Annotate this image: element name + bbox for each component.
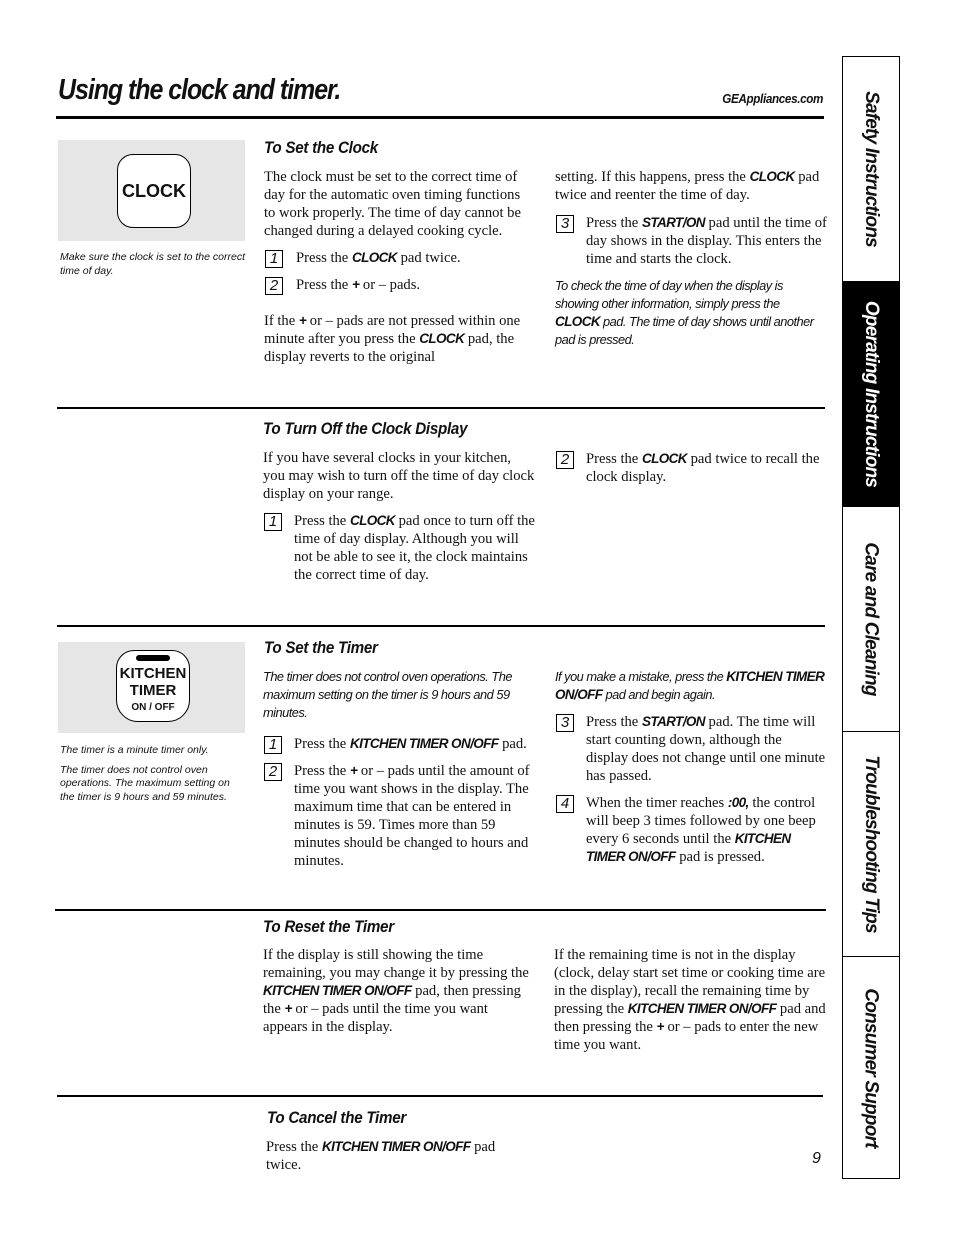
step-number-box: 2 xyxy=(264,763,282,781)
set-clock-intro: The clock must be set to the correct tim… xyxy=(264,169,521,239)
cancel-timer-body: Press the KITCHEN TIMER ON/OFF pad twice… xyxy=(266,1139,496,1173)
clock-caption: Make sure the clock is set to the correc… xyxy=(60,251,245,277)
set-timer-step-3: 3 Press the START/ON pad. The time will … xyxy=(555,713,827,785)
set-clock-col2: setting. If this happens, press the CLOC… xyxy=(555,168,827,349)
set-timer-col1: The timer does not control oven operatio… xyxy=(263,668,535,870)
tab-consumer-support[interactable]: Consumer Support xyxy=(843,957,899,1178)
set-clock-note: To check the time of day when the displa… xyxy=(555,278,814,347)
section-divider xyxy=(57,625,825,627)
set-clock-step-3: 3 Press the START/ON pad until the time … xyxy=(555,214,827,268)
reset-timer-col1: If the display is still showing the time… xyxy=(263,947,529,1035)
turn-off-display-heading: To Turn Off the Clock Display xyxy=(263,420,468,438)
reset-timer-heading: To Reset the Timer xyxy=(263,918,394,936)
section-divider xyxy=(57,407,825,409)
step-number-box: 1 xyxy=(264,736,282,754)
tab-safety-instructions[interactable]: Safety Instructions xyxy=(843,57,899,282)
turn-off-intro: If you have several clocks in your kitch… xyxy=(263,450,535,502)
set-clock-step-1: 1 Press the CLOCK pad twice. xyxy=(264,249,534,268)
turn-off-display-col2: 2 Press the CLOCK pad twice to recall th… xyxy=(555,450,827,486)
set-clock-col1: The clock must be set to the correct tim… xyxy=(264,168,534,366)
kitchen-timer-pad-icon: KITCHEN TIMER ON / OFF xyxy=(116,650,190,722)
set-timer-note: The timer does not control oven operatio… xyxy=(263,669,512,720)
timer-caption: The timer is a minute timer only. The ti… xyxy=(60,744,230,803)
turn-off-display-col1: If you have several clocks in your kitch… xyxy=(263,449,535,584)
step-number-box: 3 xyxy=(556,215,574,233)
step-number-box: 1 xyxy=(265,250,283,268)
turn-off-step-1: 1 Press the CLOCK pad once to turn off t… xyxy=(263,512,535,584)
cancel-timer-heading: To Cancel the Timer xyxy=(267,1109,407,1127)
page-title: Using the clock and timer. xyxy=(58,74,341,106)
page-number: 9 xyxy=(812,1150,821,1167)
set-timer-mistake-note: If you make a mistake, press the KITCHEN… xyxy=(555,669,825,702)
reset-timer-col2: If the remaining time is not in the disp… xyxy=(554,947,826,1053)
step-number-box: 4 xyxy=(556,795,574,813)
set-timer-step-1: 1 Press the KITCHEN TIMER ON/OFF pad. xyxy=(263,735,535,754)
set-timer-step-4: 4 When the timer reaches :00, the contro… xyxy=(555,794,827,866)
set-clock-heading: To Set the Clock xyxy=(264,139,378,157)
section-tabs: Safety Instructions Operating Instructio… xyxy=(842,56,900,1179)
step-number-box: 2 xyxy=(556,451,574,469)
step-number-box: 2 xyxy=(265,277,283,295)
tab-care-and-cleaning[interactable]: Care and Cleaning xyxy=(843,507,899,732)
set-timer-col2: If you make a mistake, press the KITCHEN… xyxy=(555,668,827,866)
tab-operating-instructions[interactable]: Operating Instructions xyxy=(843,282,899,507)
tab-troubleshooting-tips[interactable]: Troubleshooting Tips xyxy=(843,732,899,957)
set-timer-heading: To Set the Timer xyxy=(264,639,378,657)
section-divider xyxy=(57,1095,823,1097)
turn-off-step-2: 2 Press the CLOCK pad twice to recall th… xyxy=(555,450,827,486)
indicator-light xyxy=(136,655,170,661)
set-clock-warning-cont: setting. If this happens, press the CLOC… xyxy=(555,169,820,203)
website-link[interactable]: GEAppliances.com xyxy=(722,91,823,106)
clock-pad-icon: CLOCK xyxy=(117,154,191,228)
header-rule xyxy=(56,116,824,119)
set-clock-warning: If the + or – pads are not pressed withi… xyxy=(264,313,521,365)
step-number-box: 3 xyxy=(556,714,574,732)
set-timer-step-2: 2 Press the + or – pads until the amount… xyxy=(263,762,535,870)
step-number-box: 1 xyxy=(264,513,282,531)
section-divider xyxy=(55,909,826,911)
set-clock-step-2: 2 Press the + or – pads. xyxy=(264,276,534,295)
